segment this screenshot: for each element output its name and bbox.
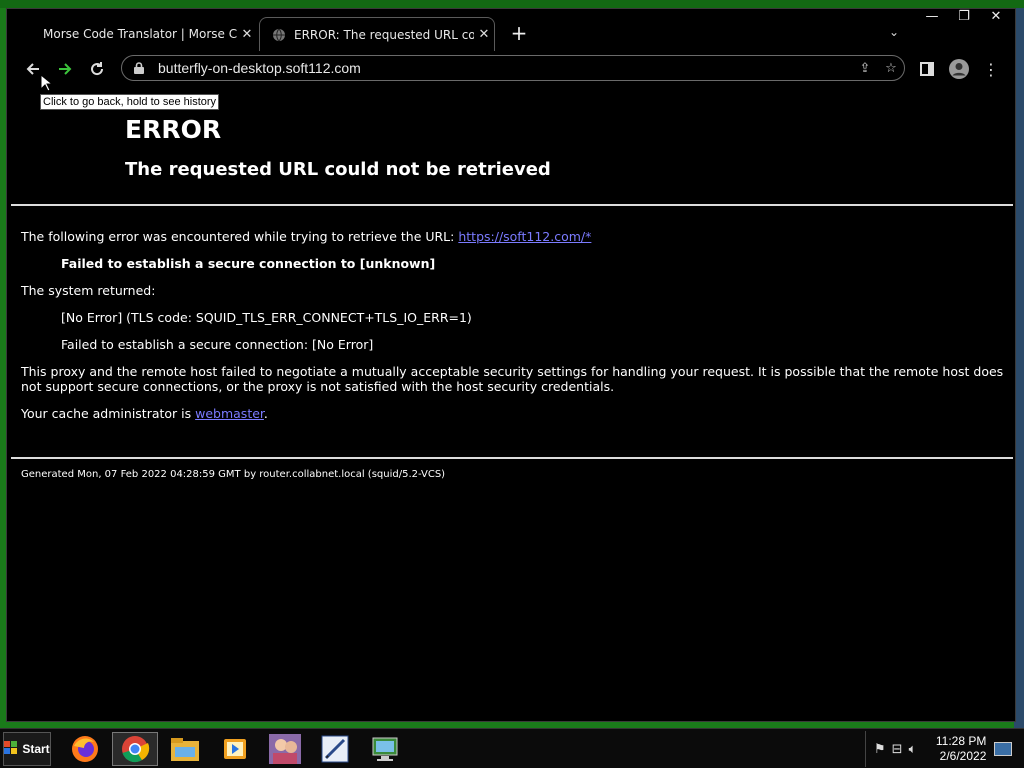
error-summary: Failed to establish a secure connection … <box>61 256 436 271</box>
windows-logo-icon <box>4 740 18 758</box>
system-returned-label: The system returned: <box>21 283 156 298</box>
page-subtitle: The requested URL could not be retrieved <box>125 159 551 180</box>
tab-title: ERROR: The requested URL could not be re… <box>294 27 474 42</box>
taskbar: Start ⚑ ⊟ 🔈︎ 11:28 PM 2/6/2022 <box>0 728 1024 768</box>
bookmark-star-icon[interactable]: ☆ <box>878 61 904 76</box>
maximize-icon[interactable]: ❐ <box>953 9 975 24</box>
globe-icon <box>272 28 286 42</box>
paint-icon[interactable] <box>312 732 358 766</box>
lock-icon[interactable] <box>134 62 148 74</box>
tab-strip: Morse Code Translator | Morse Code ✕ ERR… <box>7 9 1015 51</box>
requested-url-link[interactable]: https://soft112.com/* <box>458 229 591 244</box>
start-button[interactable]: Start <box>3 732 51 766</box>
tab-morse-code[interactable]: Morse Code Translator | Morse Code ✕ <box>43 17 257 51</box>
secure-connection-failure: Failed to establish a secure connection:… <box>61 337 374 352</box>
tray-icons: ⚑ ⊟ 🔈︎ <box>874 742 916 757</box>
show-desktop-icon[interactable] <box>994 742 1013 756</box>
close-tab-icon[interactable]: ✕ <box>474 27 494 42</box>
footer-text: Generated Mon, 07 Feb 2022 04:28:59 GMT … <box>21 469 446 480</box>
new-tab-button[interactable]: + <box>507 23 531 43</box>
mouse-pointer-icon <box>40 73 54 96</box>
back-button-tooltip: Click to go back, hold to see history <box>40 94 220 110</box>
clock-date: 2/6/2022 <box>939 749 987 763</box>
browser-window: Morse Code Translator | Morse Code ✕ ERR… <box>6 8 1016 722</box>
profile-avatar-icon[interactable] <box>947 57 971 81</box>
admin-line: Your cache administrator is webmaster. <box>21 406 268 421</box>
divider-bottom <box>11 457 1013 459</box>
url-text[interactable]: butterfly-on-desktop.soft112.com <box>158 60 852 76</box>
close-window-icon[interactable]: ✕ <box>985 9 1007 24</box>
file-explorer-icon[interactable] <box>162 732 208 766</box>
side-panel-icon[interactable] <box>917 57 937 81</box>
minimize-icon[interactable]: — <box>921 9 943 24</box>
tab-search-chevron-icon[interactable]: ⌄ <box>889 25 899 39</box>
desktop-top-strip <box>0 0 1024 8</box>
share-icon[interactable]: ⇪ <box>852 61 878 76</box>
window-controls: — ❐ ✕ <box>921 9 1007 24</box>
action-center-flag-icon[interactable]: ⚑ <box>874 742 886 757</box>
tab-title: Morse Code Translator | Morse Code <box>43 27 237 41</box>
divider-top <box>11 204 1013 206</box>
reload-icon[interactable] <box>85 57 109 81</box>
webmaster-link[interactable]: webmaster <box>195 406 264 421</box>
error-page: ERROR The requested URL could not be ret… <box>7 87 1015 721</box>
start-label: Start <box>22 742 50 756</box>
intro-text: The following error was encountered whil… <box>21 229 459 244</box>
tls-code: [No Error] (TLS code: SQUID_TLS_ERR_CONN… <box>61 310 472 325</box>
tab-error[interactable]: ERROR: The requested URL could not be re… <box>259 17 495 51</box>
page-title: ERROR <box>125 115 222 144</box>
clock[interactable]: 11:28 PM 2/6/2022 <box>926 734 986 764</box>
close-tab-icon[interactable]: ✕ <box>237 27 257 42</box>
forward-arrow-icon[interactable] <box>53 57 77 81</box>
intro-line: The following error was encountered whil… <box>21 229 591 244</box>
explanation-paragraph: This proxy and the remote host failed to… <box>21 364 1004 394</box>
clock-time: 11:28 PM <box>935 734 987 748</box>
network-status-icon[interactable]: ⊟ <box>892 742 903 757</box>
system-tray: ⚑ ⊟ 🔈︎ 11:28 PM 2/6/2022 <box>865 731 1024 767</box>
media-player-icon[interactable] <box>212 732 258 766</box>
firefox-icon[interactable] <box>62 732 108 766</box>
game-icon[interactable] <box>262 732 308 766</box>
menu-kebab-icon[interactable]: ⋮ <box>981 57 1001 81</box>
volume-icon[interactable]: 🔈︎ <box>909 742 917 757</box>
network-icon[interactable] <box>362 732 408 766</box>
chrome-icon[interactable] <box>112 732 158 766</box>
address-bar[interactable]: butterfly-on-desktop.soft112.com ⇪ ☆ <box>121 55 905 81</box>
admin-suffix: . <box>263 406 268 421</box>
admin-text: Your cache administrator is <box>21 406 196 421</box>
browser-toolbar: butterfly-on-desktop.soft112.com ⇪ ☆ ⋮ <box>7 51 1015 88</box>
